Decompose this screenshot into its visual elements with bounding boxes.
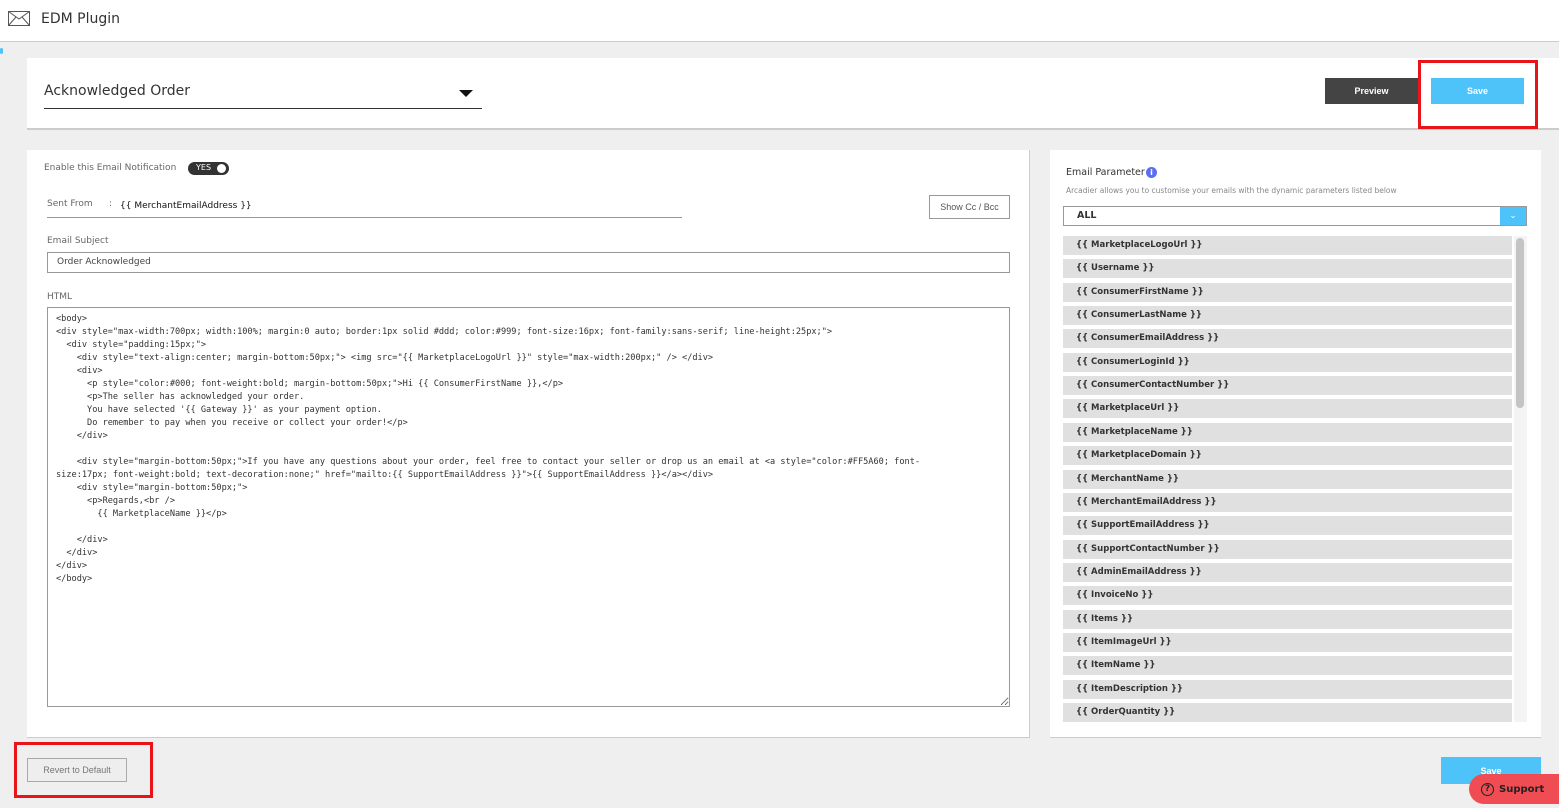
scrollbar-thumb[interactable] [1516,238,1524,408]
highlight-box [1418,60,1538,129]
parameter-item[interactable]: {{ Items }} [1063,609,1512,629]
parameter-item[interactable]: {{ Username }} [1063,259,1512,279]
preview-button[interactable]: Preview [1325,78,1418,104]
scroll-indicator [0,48,3,54]
app-header: EDM Plugin [0,0,1559,42]
parameter-item[interactable]: {{ ConsumerLoginId }} [1063,352,1512,372]
support-label: Support [1499,783,1545,795]
parameter-item[interactable]: {{ OrderQuantity }} [1063,703,1512,722]
parameter-item[interactable]: {{ ItemImageUrl }} [1063,632,1512,652]
parameter-item[interactable]: {{ ItemDescription }} [1063,679,1512,699]
parameter-item[interactable]: {{ SupportContactNumber }} [1063,539,1512,559]
email-subject-label: Email Subject [47,236,109,246]
parameter-item[interactable]: {{ MerchantEmailAddress }} [1063,492,1512,512]
parameter-item[interactable]: {{ MarketplaceUrl }} [1063,399,1512,419]
html-label: HTML [47,292,73,302]
enable-notification-label: Enable this Email Notification [44,163,177,173]
parameter-filter-value: ALL [1077,210,1097,221]
parameter-item[interactable]: {{ SupportEmailAddress }} [1063,516,1512,536]
template-select-value: Acknowledged Order [44,83,191,99]
app-title: EDM Plugin [41,11,121,27]
parameter-item[interactable]: {{ ConsumerFirstName }} [1063,282,1512,302]
toggle-label: YES [196,163,212,172]
envelope-icon [8,11,30,26]
parameter-item[interactable]: {{ ItemName }} [1063,656,1512,676]
enable-notification-toggle[interactable]: YES [188,162,229,175]
toggle-knob [217,164,226,173]
email-parameter-title: Email Parameter [1066,167,1145,178]
parameter-filter-select[interactable]: ALL ⌄ [1063,206,1527,226]
show-cc-bcc-button[interactable]: Show Cc / Bcc [929,195,1010,219]
email-parameter-description: Arcadier allows you to customise your em… [1066,186,1397,195]
parameter-item[interactable]: {{ MerchantName }} [1063,469,1512,489]
info-icon[interactable]: i [1146,167,1157,178]
parameter-item[interactable]: {{ MarketplaceName }} [1063,422,1512,442]
parameter-item[interactable]: {{ ConsumerLastName }} [1063,306,1512,326]
parameter-list-scrollbar[interactable] [1514,236,1527,722]
template-select[interactable]: Acknowledged Order [44,80,482,109]
parameter-item[interactable]: {{ MarketplaceDomain }} [1063,446,1512,466]
highlight-box [14,742,153,798]
support-button[interactable]: ? Support [1469,774,1559,804]
parameter-item[interactable]: {{ ConsumerContactNumber }} [1063,376,1512,396]
help-icon: ? [1481,782,1494,796]
caret-down-icon [459,90,473,97]
sent-from-value: {{ MerchantEmailAddress }} [120,201,252,211]
parameter-item[interactable]: {{ ConsumerEmailAddress }} [1063,329,1512,349]
chevron-down-icon: ⌄ [1500,207,1526,225]
email-subject-value: Order Acknowledged [57,257,151,267]
parameter-item[interactable]: {{ InvoiceNo }} [1063,586,1512,606]
email-subject-input[interactable]: Order Acknowledged [47,252,1010,273]
html-editor[interactable]: <body> <div style="max-width:700px; widt… [47,307,1010,707]
parameter-item[interactable]: {{ AdminEmailAddress }} [1063,562,1512,582]
parameter-item[interactable]: {{ MarketplaceLogoUrl }} [1063,236,1512,255]
sent-from-field[interactable]: {{ MerchantEmailAddress }} [47,197,682,218]
